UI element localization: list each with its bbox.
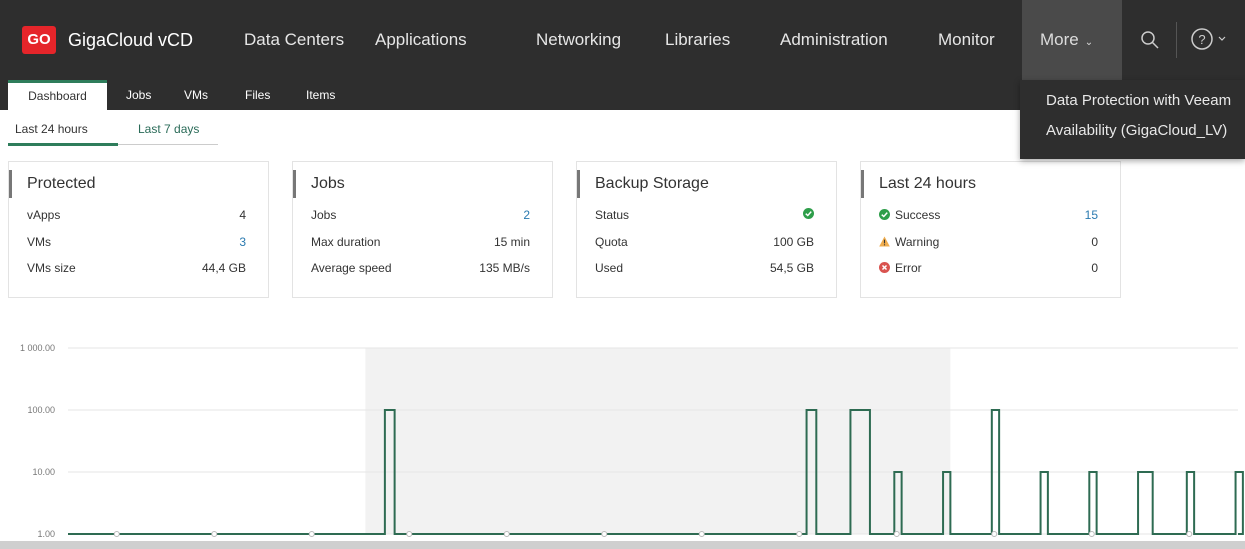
warning-count: 0 — [1091, 235, 1098, 249]
tab-vms[interactable]: VMs — [182, 80, 210, 110]
card-row: Max duration 15 min — [311, 235, 530, 253]
row-label: Quota — [595, 235, 628, 249]
protected-card: Protected vApps 4 VMs 3 VMs size 44,4 GB — [8, 161, 269, 298]
menu-item-availability[interactable]: Availability (GigaCloud_LV) — [1046, 122, 1227, 139]
row-label: vApps — [27, 208, 61, 222]
row-label: Success — [879, 208, 940, 222]
data-point — [1088, 531, 1095, 537]
success-label: Success — [895, 208, 941, 222]
warning-icon — [879, 236, 890, 247]
row-value: 54,5 GB — [769, 261, 814, 275]
y-tick-label: 1 000.00 — [20, 343, 55, 353]
row-label: Average speed — [311, 261, 392, 275]
data-point — [698, 531, 705, 537]
activity-chart: 1 000.00 100.00 10.00 1.00 — [0, 343, 1245, 549]
row-label: VMs size — [27, 261, 76, 275]
nav-applications[interactable]: Applications — [375, 0, 467, 80]
row-label: Error — [879, 261, 922, 275]
brand[interactable]: GO GigaCloud vCD — [22, 26, 193, 54]
row-label: VMs — [27, 235, 51, 249]
card-row: Status — [595, 208, 814, 226]
nav-administration[interactable]: Administration — [780, 0, 888, 80]
error-label: Error — [895, 261, 922, 275]
nav-divider — [1176, 22, 1177, 58]
card-row: Quota 100 GB — [595, 235, 814, 253]
tab-files[interactable]: Files — [243, 80, 272, 110]
row-label: Max duration — [311, 235, 381, 249]
row-value: 100 GB — [773, 235, 814, 249]
status-ok-icon — [803, 208, 814, 222]
data-point — [893, 531, 900, 537]
nav-more-label: More — [1040, 30, 1079, 49]
card-title: Jobs — [293, 170, 345, 198]
data-point — [406, 531, 413, 537]
vms-count-link[interactable]: 3 — [239, 235, 246, 249]
jobs-count-link[interactable]: 2 — [523, 208, 530, 222]
card-row: Error 0 — [879, 261, 1098, 279]
chart-scrollbar — [0, 541, 1245, 549]
data-point — [991, 531, 998, 537]
row-value: 15 min — [493, 235, 530, 249]
error-icon — [879, 262, 890, 273]
card-row: VMs size 44,4 GB — [27, 261, 246, 279]
tab-dashboard[interactable]: Dashboard — [8, 80, 107, 110]
row-label: Used — [595, 261, 624, 275]
row-value: 4 — [239, 208, 246, 222]
card-row: Warning 0 — [879, 235, 1098, 253]
row-label: Jobs — [311, 208, 337, 222]
data-point — [601, 531, 608, 537]
row-value: 135 MB/s — [479, 261, 530, 275]
warning-label: Warning — [895, 235, 940, 249]
card-title: Backup Storage — [577, 170, 709, 198]
card-row: Jobs 2 — [311, 208, 530, 226]
y-tick-label: 10.00 — [32, 467, 55, 477]
jobs-card: Jobs Jobs 2 Max duration 15 min Average sp… — [292, 161, 553, 298]
y-tick-label: 100.00 — [27, 405, 55, 415]
data-point — [113, 531, 120, 537]
help-icon[interactable]: ? — [1190, 26, 1234, 52]
data-point — [211, 531, 218, 537]
more-dropdown-menu: Data Protection with Veeam Availability … — [1020, 80, 1245, 159]
card-row: Success 15 — [879, 208, 1098, 226]
card-row: vApps 4 — [27, 208, 246, 226]
sub-navigation-bar: Dashboard Jobs VMs Files Items — [0, 80, 1020, 110]
data-point — [796, 531, 803, 537]
nav-libraries[interactable]: Libraries — [665, 0, 730, 80]
search-icon[interactable] — [1140, 30, 1160, 50]
y-tick-label: 1.00 — [37, 529, 55, 539]
row-value: 44,4 GB — [201, 261, 246, 275]
nav-data-centers[interactable]: Data Centers — [244, 0, 344, 80]
svg-text:?: ? — [1198, 32, 1205, 47]
success-count-link[interactable]: 15 — [1085, 208, 1098, 222]
time-range-tabs: Last 24 hours Last 7 days — [8, 118, 218, 146]
nav-more-menu[interactable]: More ⌄ — [1022, 0, 1122, 80]
card-title: Protected — [9, 170, 95, 198]
success-icon — [879, 209, 890, 220]
card-row: Used 54,5 GB — [595, 261, 814, 279]
tab-last-24-hours[interactable]: Last 24 hours — [15, 122, 88, 136]
active-tab-indicator — [8, 143, 118, 146]
chevron-down-icon: ⌄ — [1084, 37, 1094, 48]
backup-storage-card: Backup Storage Status Quota 100 GB Used 54… — [576, 161, 837, 298]
error-count: 0 — [1091, 261, 1098, 275]
tab-jobs[interactable]: Jobs — [124, 80, 153, 110]
card-row: VMs 3 — [27, 235, 246, 253]
last-24-hours-card: Last 24 hours Success 15 Warning 0 Error… — [860, 161, 1121, 298]
menu-item-data-protection-veeam[interactable]: Data Protection with Veeam — [1046, 92, 1231, 109]
tab-last-7-days[interactable]: Last 7 days — [138, 122, 199, 136]
row-label: Warning — [879, 235, 939, 249]
top-navigation-bar: GO GigaCloud vCD Data Centers Applicatio… — [0, 0, 1245, 80]
app-title: GigaCloud vCD — [68, 29, 194, 50]
nav-networking[interactable]: Networking — [536, 0, 621, 80]
data-point — [1186, 531, 1193, 537]
card-title: Last 24 hours — [861, 170, 976, 198]
nav-monitor[interactable]: Monitor — [938, 0, 995, 80]
card-row: Average speed 135 MB/s — [311, 261, 530, 279]
data-point — [308, 531, 315, 537]
chart-highlight-region — [365, 348, 951, 534]
tab-items[interactable]: Items — [304, 80, 337, 110]
gigacloud-logo: GO — [22, 26, 56, 54]
row-label: Status — [595, 208, 630, 222]
data-point — [503, 531, 510, 537]
